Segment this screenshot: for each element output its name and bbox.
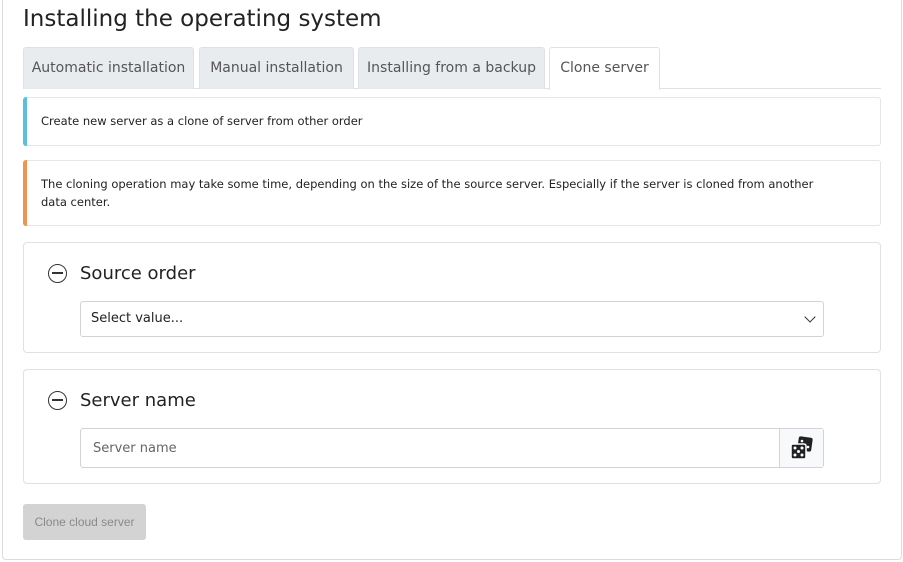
info-alert-text: Create new server as a clone of server f… bbox=[41, 114, 363, 128]
server-name-header[interactable]: Server name bbox=[48, 388, 196, 412]
source-order-title: Source order bbox=[80, 262, 196, 284]
server-name-title: Server name bbox=[80, 389, 196, 411]
source-order-select-value: Select value... bbox=[91, 311, 184, 326]
minus-circle-icon[interactable] bbox=[48, 390, 67, 410]
tab-automatic-installation[interactable]: Automatic installation bbox=[23, 47, 194, 89]
server-name-section: Server name bbox=[23, 369, 881, 484]
source-order-select[interactable]: Select value... bbox=[80, 301, 824, 337]
page-title: Installing the operating system bbox=[23, 6, 382, 32]
tab-bar: Automatic installation Manual installati… bbox=[23, 47, 881, 90]
tab-clone-server[interactable]: Clone server bbox=[549, 47, 660, 90]
server-name-input[interactable] bbox=[81, 429, 779, 467]
clone-cloud-server-button[interactable]: Clone cloud server bbox=[23, 504, 146, 540]
tab-manual-installation[interactable]: Manual installation bbox=[199, 47, 354, 89]
source-order-header[interactable]: Source order bbox=[48, 261, 196, 285]
server-name-input-group bbox=[80, 428, 824, 468]
dice-icon bbox=[789, 436, 813, 460]
random-name-button[interactable] bbox=[779, 429, 823, 467]
source-order-section: Source order Select value... bbox=[23, 242, 881, 353]
tab-installing-from-backup[interactable]: Installing from a backup bbox=[358, 47, 545, 89]
info-alert: Create new server as a clone of server f… bbox=[23, 97, 881, 146]
warning-alert-text: The cloning operation may take some time… bbox=[41, 177, 814, 209]
chevron-down-icon bbox=[804, 311, 816, 323]
minus-circle-icon[interactable] bbox=[48, 263, 67, 283]
warning-alert: The cloning operation may take some time… bbox=[23, 160, 881, 226]
